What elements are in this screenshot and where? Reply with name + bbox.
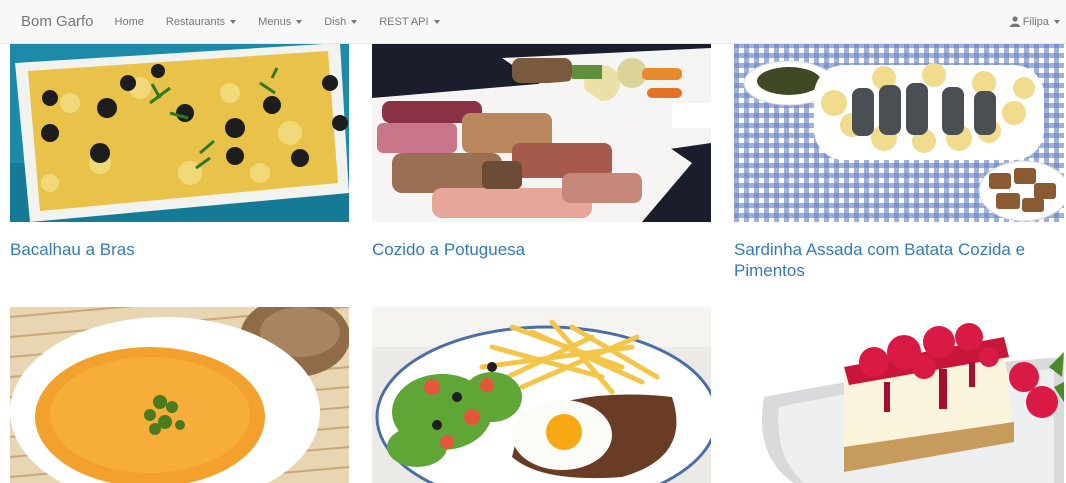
- caret-down-icon: [351, 19, 358, 24]
- soup-image[interactable]: [10, 307, 349, 483]
- caret-down-icon: [1054, 19, 1060, 24]
- nav-rest-api-label: REST API: [379, 15, 429, 28]
- nav-menus-dropdown[interactable]: Menus: [247, 16, 313, 28]
- nav-home-label: Home: [114, 15, 144, 28]
- dish-title[interactable]: Bacalhau a Bras: [10, 239, 349, 260]
- caret-down-icon: [433, 19, 440, 24]
- user-menu-dropdown[interactable]: Filipa: [1009, 15, 1060, 28]
- navbar: Bom Garfo Home Restaurants Menus Dish RE…: [0, 0, 1066, 44]
- sardinha-image[interactable]: [734, 43, 1064, 222]
- nav-dish-label: Dish: [324, 15, 347, 28]
- cheesecake-image[interactable]: [734, 307, 1064, 483]
- nav-restaurants-dropdown[interactable]: Restaurants: [155, 16, 247, 28]
- steak-egg-image[interactable]: [372, 307, 711, 483]
- nav-home[interactable]: Home: [104, 16, 155, 28]
- user-icon: [1009, 16, 1020, 27]
- caret-down-icon: [296, 19, 303, 24]
- caret-down-icon: [230, 19, 237, 24]
- dish-title[interactable]: Cozido a Potuguesa: [372, 239, 711, 260]
- nav-menus-label: Menus: [258, 15, 292, 28]
- brand-link[interactable]: Bom Garfo: [21, 13, 94, 30]
- nav-dish-dropdown[interactable]: Dish: [313, 16, 368, 28]
- cozido-image[interactable]: [372, 43, 711, 222]
- nav-restaurants-label: Restaurants: [165, 15, 226, 28]
- bacalhau-image[interactable]: [10, 43, 349, 222]
- nav-rest-api-dropdown[interactable]: REST API: [368, 16, 450, 28]
- dish-title[interactable]: Sardinha Assada com Batata Cozida e Pime…: [734, 239, 1064, 281]
- user-name: Filipa: [1022, 15, 1049, 28]
